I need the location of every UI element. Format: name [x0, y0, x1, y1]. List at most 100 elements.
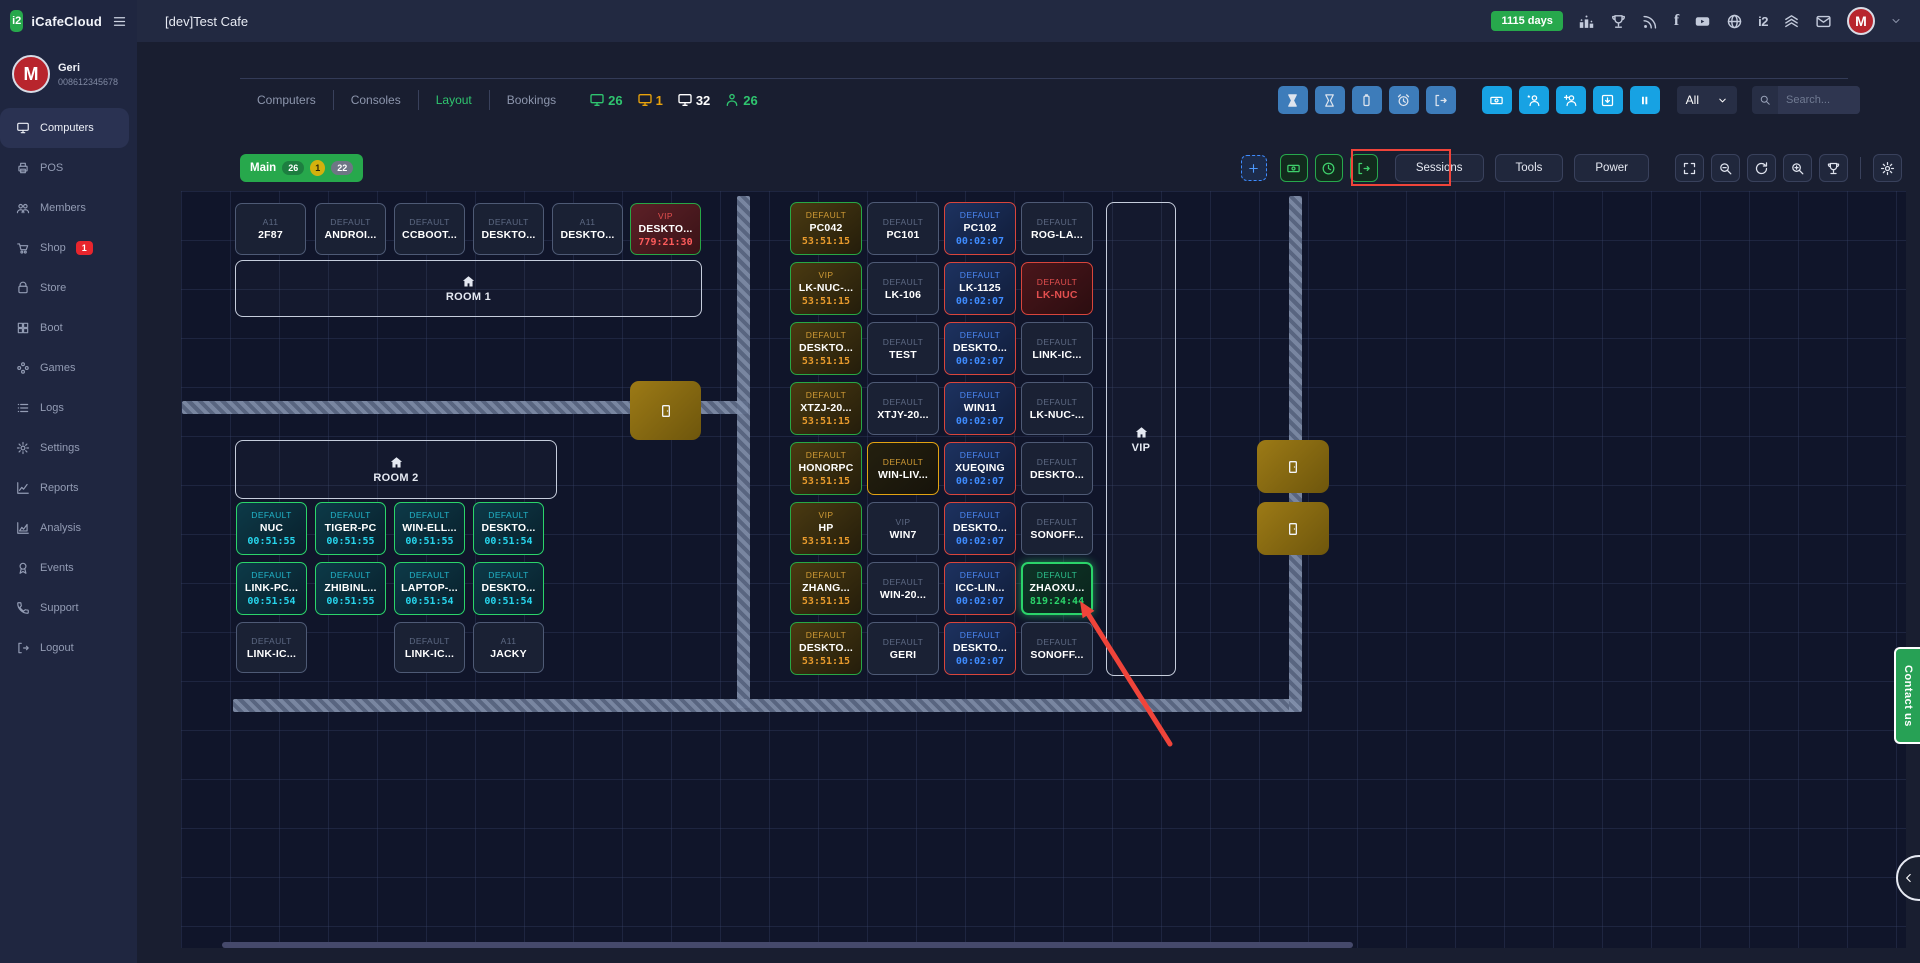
- computer-tile[interactable]: DEFAULT XTZJ-20... 53:51:15: [790, 382, 862, 435]
- sidebar-item-support[interactable]: Support: [0, 588, 137, 628]
- sidebar-item-boot[interactable]: Boot: [0, 308, 137, 348]
- computer-tile[interactable]: DEFAULT GERI: [867, 622, 939, 675]
- sessions-button[interactable]: Sessions: [1394, 154, 1484, 182]
- computer-tile[interactable]: DEFAULT ANDROI...: [315, 203, 386, 255]
- computer-tile[interactable]: DEFAULT DESKTO... 00:02:07: [944, 622, 1016, 675]
- computer-tile[interactable]: DEFAULT DESKTO...: [473, 203, 544, 255]
- computer-tile[interactable]: DEFAULT ZHIBINL... 00:51:55: [315, 562, 386, 615]
- computer-tile[interactable]: DEFAULT ROG-LA...: [1021, 202, 1093, 255]
- member-star-button[interactable]: [1518, 86, 1549, 114]
- facebook-icon[interactable]: f: [1674, 12, 1679, 30]
- floor-map-canvas[interactable]: ROOM 1 ROOM 2 VIP A11 2F87 DEFAULT ANDROI.…: [181, 191, 1906, 948]
- fullscreen-button[interactable]: [1675, 154, 1704, 182]
- computer-tile[interactable]: DEFAULT TEST: [867, 322, 939, 375]
- zoom-in-button[interactable]: [1783, 154, 1812, 182]
- tab-layout[interactable]: Layout: [419, 93, 489, 107]
- contact-us-tab[interactable]: Contact us: [1894, 647, 1920, 744]
- computer-tile[interactable]: DEFAULT LINK-IC...: [1021, 322, 1093, 375]
- chevron-down-icon[interactable]: [1890, 15, 1902, 27]
- computer-tile[interactable]: DEFAULT LAPTOP-... 00:51:54: [394, 562, 465, 615]
- sign-out-tool-button[interactable]: [1349, 154, 1378, 182]
- tools-button[interactable]: Tools: [1494, 154, 1564, 182]
- area-tab-main[interactable]: Main 26 1 22: [240, 154, 364, 182]
- layers-icon[interactable]: [1783, 13, 1800, 30]
- banknote-button[interactable]: [1481, 86, 1512, 114]
- computer-tile[interactable]: DEFAULT LK-NUC-...: [1021, 382, 1093, 435]
- computer-tile[interactable]: DEFAULT PC101: [867, 202, 939, 255]
- computer-tile[interactable]: DEFAULT SONOFF...: [1021, 622, 1093, 675]
- computer-tile[interactable]: A11 DESKTO...: [552, 203, 623, 255]
- computer-tile[interactable]: DEFAULT LK-NUC: [1021, 262, 1093, 315]
- computer-tile[interactable]: A11 2F87: [235, 203, 306, 255]
- sidebar-item-reports[interactable]: Reports: [0, 468, 137, 508]
- search-input[interactable]: [1778, 86, 1860, 114]
- computer-tile[interactable]: DEFAULT ZHAOXU... 819:24:44: [1021, 562, 1093, 615]
- computer-tile[interactable]: DEFAULT XUEQING 00:02:07: [944, 442, 1016, 495]
- sidebar-item-events[interactable]: Events: [0, 548, 137, 588]
- computer-tile[interactable]: DEFAULT PC102 00:02:07: [944, 202, 1016, 255]
- computer-tile[interactable]: DEFAULT DESKTO...: [1021, 442, 1093, 495]
- computer-tile[interactable]: DEFAULT DESKTO... 53:51:15: [790, 622, 862, 675]
- hourglass-button[interactable]: [1314, 86, 1345, 114]
- sidebar-item-shop[interactable]: Shop 1: [0, 228, 137, 268]
- door-tile[interactable]: [630, 381, 701, 440]
- trophy-icon[interactable]: [1610, 13, 1627, 30]
- filter-dropdown[interactable]: All: [1676, 86, 1737, 114]
- mail-icon[interactable]: [1815, 13, 1832, 30]
- computer-tile[interactable]: DEFAULT DESKTO... 53:51:15: [790, 322, 862, 375]
- power-button[interactable]: Power: [1574, 154, 1649, 182]
- tab-computers[interactable]: Computers: [240, 93, 333, 107]
- ranking-icon[interactable]: [1578, 13, 1595, 30]
- computer-tile[interactable]: DEFAULT TIGER-PC 00:51:55: [315, 502, 386, 555]
- zoom-out-button[interactable]: [1711, 154, 1740, 182]
- hamburger-menu-icon[interactable]: [112, 14, 127, 29]
- box-arrow-button[interactable]: [1592, 86, 1623, 114]
- computer-tile[interactable]: DEFAULT LINK-IC...: [394, 622, 465, 673]
- hourglass-filled-button[interactable]: [1277, 86, 1308, 114]
- rss-icon[interactable]: [1642, 13, 1659, 30]
- computer-tile[interactable]: DEFAULT WIN-ELL... 00:51:55: [394, 502, 465, 555]
- computer-tile[interactable]: DEFAULT WIN11 00:02:07: [944, 382, 1016, 435]
- tab-bookings[interactable]: Bookings: [490, 93, 573, 107]
- sidebar-item-pos[interactable]: POS: [0, 148, 137, 188]
- computer-tile[interactable]: DEFAULT DESKTO... 00:51:54: [473, 562, 544, 615]
- computer-tile[interactable]: DEFAULT LK-106: [867, 262, 939, 315]
- computer-tile[interactable]: DEFAULT DESKTO... 00:02:07: [944, 502, 1016, 555]
- door-tile[interactable]: [1257, 440, 1329, 493]
- clock-tool-button[interactable]: [1314, 154, 1343, 182]
- alarm-clock-button[interactable]: [1388, 86, 1419, 114]
- member-add-button[interactable]: [1555, 86, 1586, 114]
- room-label-room-2[interactable]: ROOM 2: [235, 440, 557, 499]
- computer-tile[interactable]: DEFAULT ZHANG... 53:51:15: [790, 562, 862, 615]
- sign-out-button[interactable]: [1425, 86, 1456, 114]
- sidebar-item-games[interactable]: Games: [0, 348, 137, 388]
- room-label-room-1[interactable]: ROOM 1: [235, 260, 702, 317]
- computer-tile[interactable]: DEFAULT NUC 00:51:55: [236, 502, 307, 555]
- icafecloud-glyph-icon[interactable]: i2: [1758, 14, 1768, 29]
- sidebar-item-analysis[interactable]: Analysis: [0, 508, 137, 548]
- horizontal-scrollbar[interactable]: [222, 942, 1353, 948]
- computer-tile[interactable]: DEFAULT CCBOOT...: [394, 203, 465, 255]
- sidebar-item-logout[interactable]: Logout: [0, 628, 137, 668]
- sidebar-item-store[interactable]: Store: [0, 268, 137, 308]
- door-tile[interactable]: [1257, 502, 1329, 555]
- computer-tile[interactable]: DEFAULT LK-1125 00:02:07: [944, 262, 1016, 315]
- computer-tile[interactable]: VIP LK-NUC-... 53:51:15: [790, 262, 862, 315]
- trophy-button[interactable]: [1819, 154, 1848, 182]
- globe-icon[interactable]: [1726, 13, 1743, 30]
- computer-tile[interactable]: DEFAULT DESKTO... 00:02:07: [944, 322, 1016, 375]
- banknote-tool-button[interactable]: [1279, 154, 1308, 182]
- sidebar-item-computers[interactable]: Computers: [0, 108, 129, 148]
- computer-tile[interactable]: DEFAULT ICC-LIN... 00:02:07: [944, 562, 1016, 615]
- user-avatar[interactable]: M: [1847, 7, 1875, 35]
- add-area-button[interactable]: [1240, 155, 1267, 181]
- sidebar-item-settings[interactable]: Settings: [0, 428, 137, 468]
- computer-tile[interactable]: VIP WIN7: [867, 502, 939, 555]
- layout-settings-button[interactable]: [1873, 154, 1902, 182]
- computer-tile[interactable]: DEFAULT SONOFF...: [1021, 502, 1093, 555]
- tab-consoles[interactable]: Consoles: [334, 93, 418, 107]
- computer-tile[interactable]: DEFAULT LINK-PC... 00:51:54: [236, 562, 307, 615]
- youtube-icon[interactable]: [1694, 13, 1711, 30]
- computer-tile[interactable]: DEFAULT WIN-20...: [867, 562, 939, 615]
- sidebar-item-members[interactable]: Members: [0, 188, 137, 228]
